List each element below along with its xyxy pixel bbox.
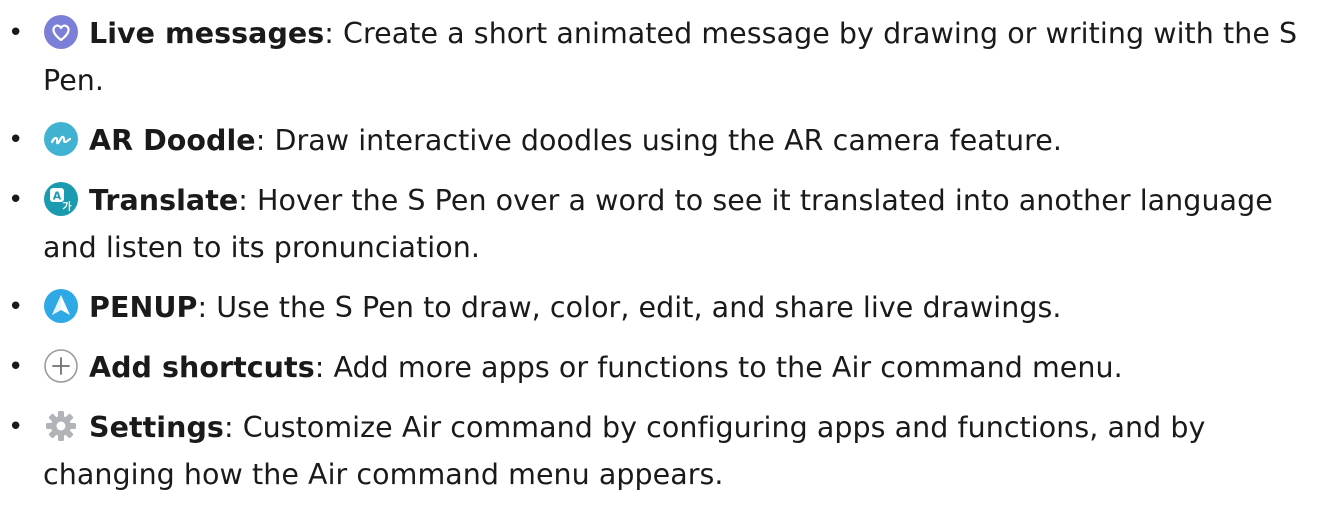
bullet: • [8, 125, 24, 155]
svg-text:A: A [53, 190, 62, 203]
penup-icon [43, 288, 79, 324]
bullet: • [8, 352, 24, 382]
item-term: PENUP [89, 291, 198, 324]
list-item-translate: • A 가 Translate: Hover the S Pen over a … [0, 177, 1335, 271]
item-term: Live messages [89, 17, 325, 50]
translate-icon: A 가 [43, 181, 79, 217]
bullet: • [8, 412, 24, 442]
item-term: Settings [89, 411, 224, 444]
feature-list: • Live messages: Create a short animated… [0, 0, 1335, 498]
item-description: : Draw interactive doodles using the AR … [255, 124, 1062, 157]
item-description: : Use the S Pen to draw, color, edit, an… [197, 291, 1062, 324]
bullet: • [8, 292, 24, 322]
list-item-settings: • Settings: Customize Air command by con… [0, 404, 1335, 498]
bullet: • [8, 18, 24, 48]
add-plus-icon [43, 348, 79, 384]
list-item-penup: • PENUP: Use the S Pen to draw, color, e… [0, 284, 1335, 331]
live-messages-heart-icon [43, 14, 79, 50]
bullet: • [8, 185, 24, 215]
item-description: : Add more apps or functions to the Air … [314, 351, 1123, 384]
item-term: Translate [89, 184, 239, 217]
list-item-ar-doodle: • AR Doodle: Draw interactive doodles us… [0, 117, 1335, 164]
list-item-live-messages: • Live messages: Create a short animated… [0, 10, 1335, 104]
list-item-add-shortcuts: • Add shortcuts: Add more apps or functi… [0, 344, 1335, 391]
settings-gear-icon [43, 408, 79, 444]
svg-text:가: 가 [62, 200, 72, 213]
item-term: Add shortcuts [89, 351, 315, 384]
ar-doodle-icon [43, 121, 79, 157]
item-term: AR Doodle [89, 124, 256, 157]
